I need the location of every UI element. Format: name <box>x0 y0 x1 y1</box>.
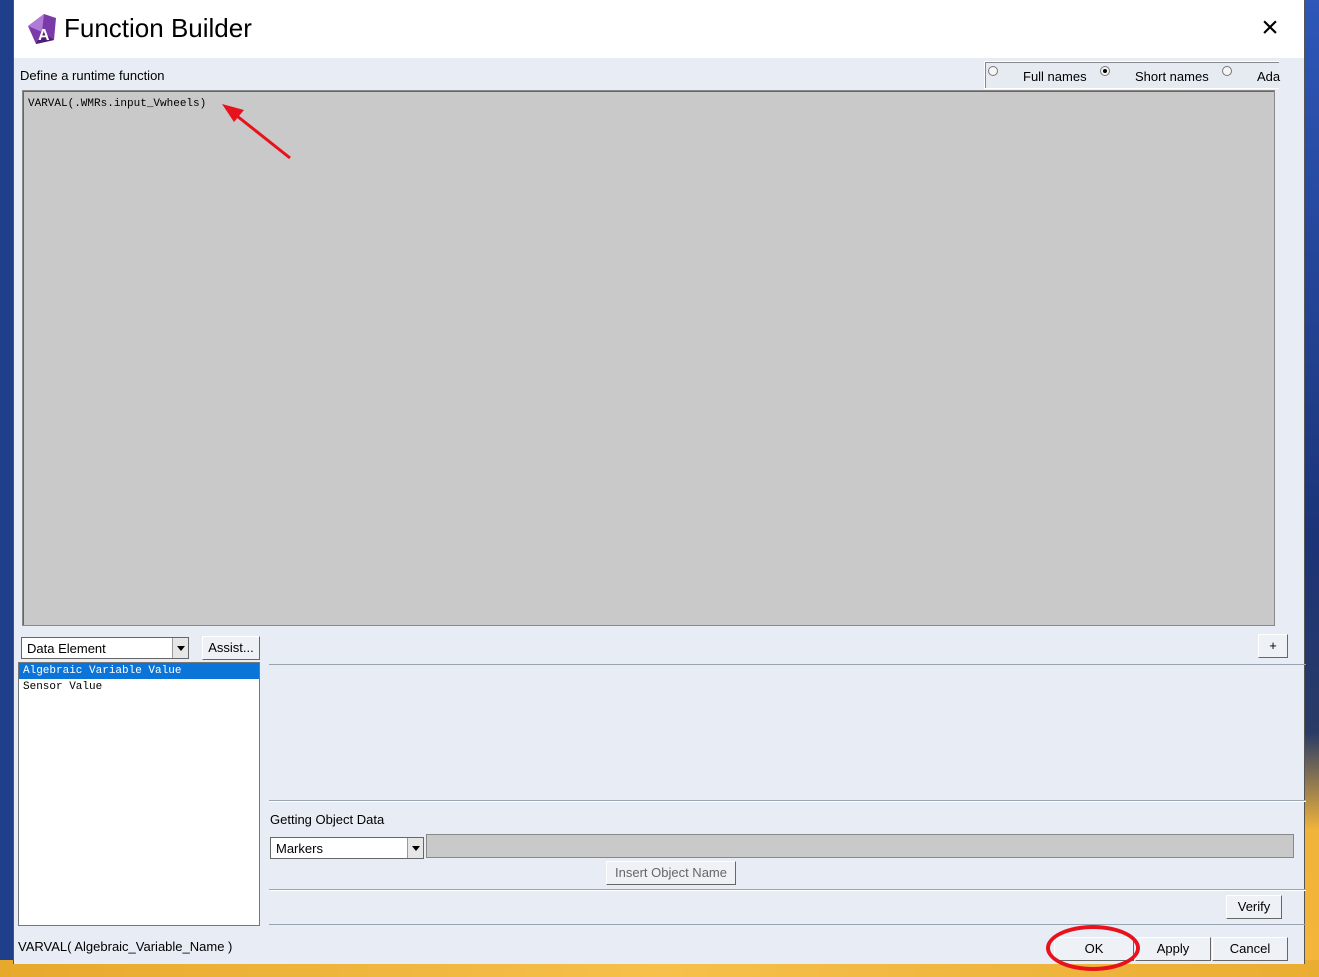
define-function-label: Define a runtime function <box>20 68 165 83</box>
title-bar: A Function Builder × <box>14 0 1304 58</box>
object-name-field[interactable] <box>426 834 1294 858</box>
short-names-label: Short names <box>1135 69 1209 84</box>
object-data-label: Getting Object Data <box>270 812 385 827</box>
apply-button[interactable]: Apply <box>1135 937 1211 961</box>
red-circle-annotation <box>1046 925 1140 971</box>
divider-top <box>269 664 1306 665</box>
divider-bottom <box>269 924 1306 925</box>
function-expression[interactable]: VARVAL(.WMRs.input_Vwheels) <box>28 98 206 110</box>
object-type-value: Markers <box>276 841 323 856</box>
divider-lower-highlight <box>269 890 1306 891</box>
function-signature: VARVAL( Algebraic_Variable_Name ) <box>18 939 233 954</box>
ada-label: Ada <box>1257 69 1281 84</box>
plus-button[interactable]: + <box>1258 634 1288 658</box>
assist-button[interactable]: Assist... <box>202 636 260 660</box>
divider-middle-highlight <box>269 801 1306 802</box>
ada-radio[interactable] <box>1222 66 1232 76</box>
red-arrow-annotation <box>222 104 291 160</box>
full-names-radio[interactable] <box>988 66 998 76</box>
cancel-button[interactable]: Cancel <box>1212 937 1288 961</box>
short-names-radio[interactable] <box>1100 66 1110 76</box>
function-editor[interactable]: VARVAL(.WMRs.input_Vwheels) <box>22 90 1275 626</box>
function-builder-dialog: A Function Builder × Define a runtime fu… <box>13 0 1306 971</box>
category-value: Data Element <box>27 641 106 656</box>
function-list[interactable]: Algebraic Variable Value Sensor Value <box>18 662 260 926</box>
list-item-sensor-value[interactable]: Sensor Value <box>19 679 259 695</box>
full-names-label: Full names <box>1023 69 1087 84</box>
verify-button[interactable]: Verify <box>1226 895 1282 919</box>
window-title: Function Builder <box>64 13 252 43</box>
object-type-dropdown[interactable]: Markers <box>270 837 424 859</box>
close-icon[interactable]: × <box>1254 12 1286 44</box>
chevron-down-icon[interactable] <box>407 838 423 858</box>
desktop-background-right <box>1305 0 1319 977</box>
adams-app-icon: A <box>28 14 56 44</box>
insert-object-name-button[interactable]: Insert Object Name <box>606 861 736 885</box>
list-item-algebraic-variable-value[interactable]: Algebraic Variable Value <box>19 663 259 679</box>
chevron-down-icon[interactable] <box>172 638 188 658</box>
name-mode-group: Full names Short names Ada <box>984 61 1281 89</box>
category-dropdown[interactable]: Data Element <box>21 637 189 659</box>
svg-text:A: A <box>38 27 50 44</box>
